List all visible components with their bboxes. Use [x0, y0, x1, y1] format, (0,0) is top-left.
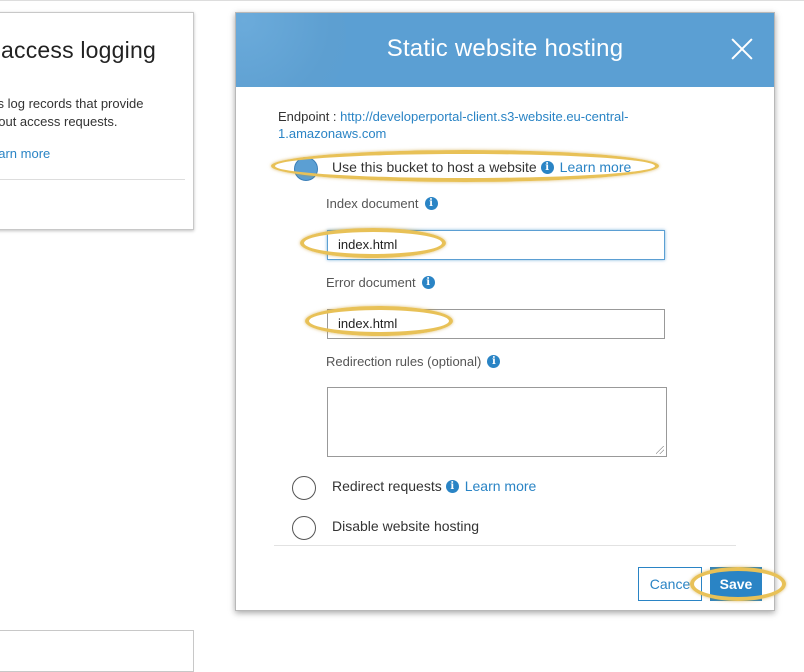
- modal-header: Static website hosting: [236, 13, 774, 87]
- disable-hosting-option[interactable]: Disable website hosting: [332, 518, 479, 534]
- index-document-field: Index document i: [326, 196, 438, 211]
- endpoint-label: Endpoint :: [278, 109, 341, 124]
- host-website-learn-more-link[interactable]: Learn more: [560, 159, 632, 175]
- endpoint: Endpoint : http://developerportal-client…: [278, 108, 718, 142]
- resize-handle[interactable]: [656, 446, 664, 454]
- card-learn-more-link[interactable]: earn more: [0, 146, 50, 161]
- card-description: ss log records that provide bout access …: [0, 95, 181, 131]
- footer-divider: [274, 545, 736, 546]
- error-document-field: Error document i: [326, 275, 435, 290]
- info-icon[interactable]: i: [421, 276, 435, 290]
- card-divider: [0, 179, 185, 180]
- index-document-input[interactable]: index.html: [327, 230, 665, 260]
- modal-title: Static website hosting: [386, 35, 624, 62]
- host-website-option[interactable]: Use this bucket to host a website i Learn …: [332, 159, 631, 175]
- close-icon[interactable]: [730, 37, 754, 61]
- redirection-rules-textarea[interactable]: [327, 387, 667, 457]
- server-access-logging-card[interactable]: access logging ss log records that provi…: [0, 12, 194, 230]
- redirect-requests-option[interactable]: Redirect requests i Learn more: [332, 478, 536, 494]
- redirect-requests-radio[interactable]: [292, 476, 316, 500]
- error-document-label: Error document: [326, 275, 416, 290]
- host-website-label: Use this bucket to host a website: [332, 159, 537, 175]
- background-card: [0, 630, 194, 672]
- card-description-line: ss log records that provide: [0, 96, 144, 111]
- redirect-requests-learn-more-link[interactable]: Learn more: [465, 478, 537, 494]
- host-website-radio[interactable]: [294, 157, 318, 181]
- info-icon[interactable]: i: [540, 160, 554, 174]
- static-website-hosting-modal: Static website hosting Endpoint : http:/…: [235, 12, 775, 611]
- top-border: [0, 0, 804, 1]
- info-icon[interactable]: i: [487, 355, 501, 369]
- info-icon[interactable]: i: [445, 479, 459, 493]
- disable-hosting-label: Disable website hosting: [332, 518, 480, 534]
- redirection-rules-field: Redirection rules (optional) i: [326, 354, 501, 369]
- save-button[interactable]: Save: [710, 567, 762, 601]
- index-document-label: Index document: [326, 196, 419, 211]
- cancel-button[interactable]: Cance: [638, 567, 702, 601]
- redirect-requests-label: Redirect requests: [332, 478, 442, 494]
- card-description-line: bout access requests.: [0, 114, 118, 129]
- disable-hosting-radio[interactable]: [292, 516, 316, 540]
- info-icon[interactable]: i: [424, 197, 438, 211]
- error-document-input[interactable]: index.html: [327, 309, 665, 339]
- redirection-rules-label: Redirection rules (optional): [326, 354, 482, 369]
- card-title: access logging: [1, 37, 156, 63]
